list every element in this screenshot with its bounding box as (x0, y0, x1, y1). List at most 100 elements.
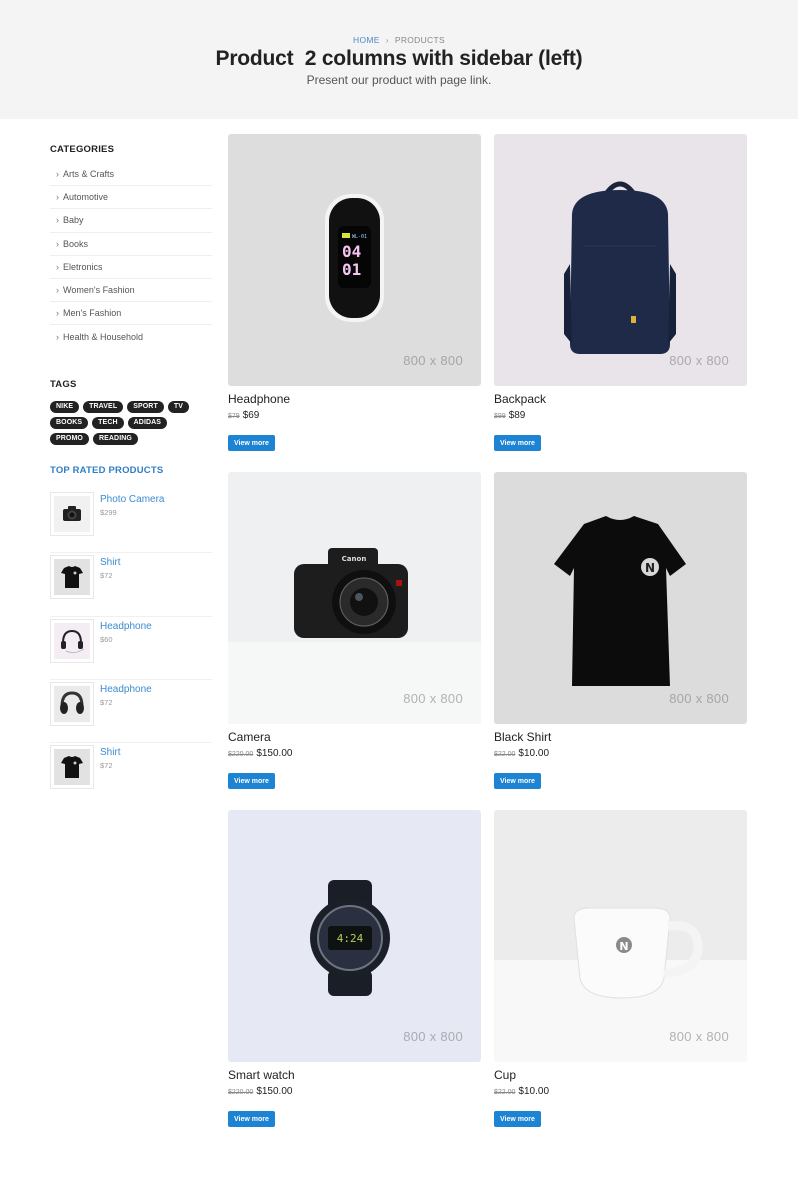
tag[interactable]: TV (167, 401, 189, 413)
top-rated-name[interactable]: Headphone (100, 621, 152, 632)
image-size-label: 800 x 800 (403, 1029, 463, 1044)
tag[interactable]: TRAVEL (83, 401, 124, 413)
category-item[interactable]: › Arts & Crafts (50, 163, 212, 187)
chevron-right-icon: › (56, 169, 59, 180)
product-image[interactable]: WL-01 04 01 800 x 800 (228, 134, 481, 386)
product-image[interactable]: 4:24 800 x 800 (228, 810, 481, 1062)
tag[interactable]: SPORT (127, 401, 164, 413)
image-size-label: 800 x 800 (403, 691, 463, 706)
top-rated-name[interactable]: Headphone (100, 684, 152, 695)
old-price: $79 (228, 413, 240, 420)
current-price: $89 (508, 410, 526, 421)
top-rated-item[interactable]: Shirt $72 (50, 553, 212, 617)
view-more-button[interactable]: View more (494, 435, 541, 451)
top-rated-name[interactable]: Shirt (100, 747, 121, 758)
chevron-right-icon: › (56, 215, 59, 226)
view-more-button[interactable]: View more (228, 435, 275, 451)
top-rated-item[interactable]: Shirt $72 (50, 743, 212, 806)
breadcrumb-home-link[interactable]: HOME (353, 35, 380, 45)
category-item[interactable]: › Baby (50, 209, 212, 233)
old-price: $220.00 (228, 1089, 254, 1096)
top-rated-thumbnail[interactable] (50, 681, 94, 726)
tag[interactable]: ADIDAS (127, 417, 168, 429)
category-label: Eletronics (63, 261, 103, 272)
top-rated-thumbnail[interactable] (50, 745, 94, 790)
view-more-button[interactable]: View more (494, 1111, 541, 1127)
tag[interactable]: READING (92, 433, 138, 445)
product-price: $79 $69 (228, 410, 259, 421)
product-name[interactable]: Camera (228, 730, 271, 744)
breadcrumb-current: PRODUCTS (394, 35, 445, 45)
breadcrumb-separator: › (385, 35, 389, 45)
top-rated-list: Photo Camera $299 Shirt $72 Headphone $6… (50, 490, 212, 806)
top-rated-price: $299 (100, 508, 117, 517)
category-item[interactable]: › Eletronics (50, 256, 212, 279)
view-more-button[interactable]: View more (228, 1111, 275, 1127)
page-title: Product 2 columns with sidebar (left) (215, 47, 583, 70)
view-more-button[interactable]: View more (228, 773, 275, 789)
product-image[interactable]: N 800 x 800 (494, 810, 747, 1062)
cup-image: N (494, 810, 747, 1062)
tag[interactable]: TECH (92, 417, 124, 429)
product-image[interactable]: N 800 x 800 (494, 472, 747, 724)
image-size-label: 800 x 800 (669, 353, 729, 368)
image-size-label: 800 x 800 (669, 1029, 729, 1044)
image-size-label: 800 x 800 (403, 353, 463, 368)
view-more-button[interactable]: View more (494, 773, 541, 789)
category-label: Automotive (63, 192, 109, 203)
product-name[interactable]: Black Shirt (494, 730, 551, 744)
headphone-thumbnail-image (61, 629, 85, 653)
top-rated-thumbnail[interactable] (50, 555, 94, 600)
product-name[interactable]: Smart watch (228, 1068, 295, 1082)
category-item[interactable]: › Health & Household (50, 325, 212, 348)
svg-text:04: 04 (342, 242, 361, 261)
top-rated-price: $72 (100, 761, 113, 771)
tag[interactable]: NIKE (50, 401, 80, 413)
chevron-right-icon: › (56, 285, 59, 296)
chevron-right-icon: › (56, 192, 59, 203)
tags-heading: TAGS (50, 379, 77, 390)
current-price: $10.00 (518, 748, 550, 759)
camera-image: Canon (228, 548, 481, 724)
category-label: Women's Fashion (63, 285, 135, 296)
chevron-right-icon: › (56, 331, 59, 342)
top-rated-price: $72 (100, 571, 113, 581)
category-item[interactable]: › Books (50, 233, 212, 256)
product-name[interactable]: Cup (494, 1068, 516, 1082)
svg-text:Canon: Canon (342, 555, 367, 563)
top-rated-name[interactable]: Shirt (100, 557, 121, 568)
top-rated-item[interactable]: Headphone $72 (50, 680, 212, 744)
categories-heading: CATEGORIES (50, 144, 115, 155)
shirt-thumbnail-image (61, 756, 83, 779)
old-price: $22.00 (494, 1089, 516, 1096)
category-label: Books (63, 238, 89, 249)
smart-watch-image: 4:24 (310, 880, 390, 996)
top-rated-thumbnail[interactable] (50, 492, 94, 536)
category-label: Arts & Crafts (63, 169, 115, 180)
category-item[interactable]: › Automotive (50, 186, 212, 210)
category-label: Men's Fashion (63, 308, 122, 319)
page-header: HOME › PRODUCTS Product 2 columns with sid… (0, 0, 798, 119)
old-price: $99 (494, 413, 506, 420)
category-item[interactable]: › Men's Fashion (50, 302, 212, 326)
product-image[interactable]: 800 x 800 (494, 134, 747, 386)
top-rated-price: $60 (100, 634, 113, 644)
category-label: Baby (63, 215, 84, 226)
top-rated-item[interactable]: Headphone $60 (50, 617, 212, 680)
current-price: $69 (242, 410, 260, 421)
product-price: $220.00 $150.00 (228, 748, 292, 759)
product-name[interactable]: Headphone (228, 392, 290, 406)
product-price: $220.00 $150.00 (228, 1086, 292, 1097)
camera-thumbnail-image (63, 506, 81, 521)
top-rated-item[interactable]: Photo Camera $299 (50, 490, 212, 554)
top-rated-thumbnail[interactable] (50, 618, 94, 663)
fitness-band-image: WL-01 04 01 (325, 194, 384, 322)
tag[interactable]: PROMO (50, 433, 89, 445)
product-name[interactable]: Backpack (494, 392, 546, 406)
category-item[interactable]: › Women's Fashion (50, 279, 212, 303)
tag[interactable]: BOOKS (50, 417, 89, 429)
svg-text:01: 01 (342, 260, 361, 279)
svg-text:WL-01: WL-01 (352, 234, 367, 240)
top-rated-name[interactable]: Photo Camera (100, 494, 164, 505)
product-image[interactable]: Canon 800 x 800 (228, 472, 481, 724)
